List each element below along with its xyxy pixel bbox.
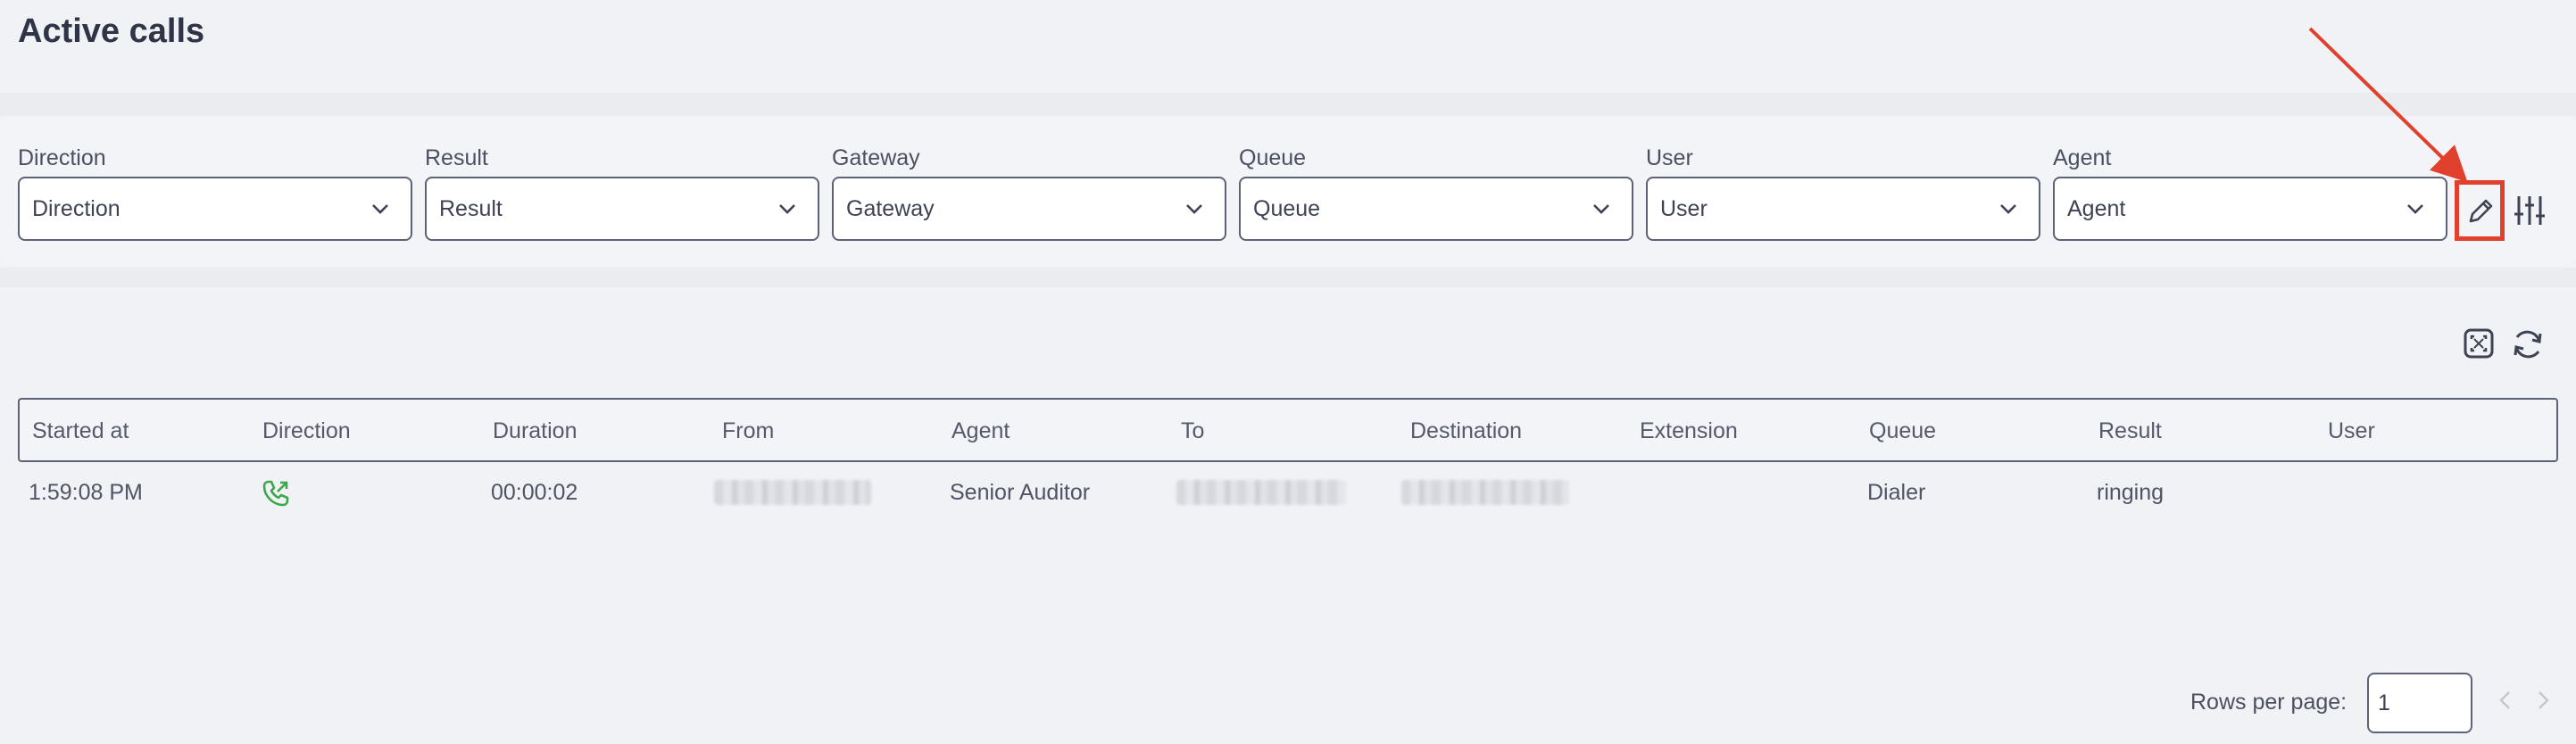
sliders-icon[interactable] — [2512, 193, 2547, 228]
redacted-destination-value — [1401, 480, 1569, 505]
cell-queue: Dialer — [1867, 480, 1926, 505]
page-title: Active calls — [18, 12, 205, 50]
top-divider-band — [0, 93, 2576, 116]
expand-icon[interactable] — [2462, 327, 2496, 360]
cell-duration: 00:00:02 — [491, 480, 578, 505]
queue-select-value: Queue — [1253, 196, 1321, 221]
redacted-from-value — [714, 480, 871, 505]
column-header-destination[interactable]: Destination — [1410, 400, 1522, 462]
gateway-select-value: Gateway — [846, 196, 935, 221]
result-select-value: Result — [439, 196, 503, 221]
direction-select[interactable]: Direction — [18, 177, 412, 241]
gateway-filter: Gateway Gateway — [832, 143, 1226, 241]
column-header-queue[interactable]: Queue — [1869, 400, 1936, 462]
outgoing-call-icon — [262, 480, 289, 507]
gateway-select[interactable]: Gateway — [832, 177, 1226, 241]
table-row[interactable]: 1:59:08 PM 00:00:02 Senior Auditor Diale… — [18, 462, 2558, 523]
agent-filter-label: Agent — [2053, 145, 2112, 170]
chevron-down-icon — [1186, 204, 1202, 214]
rows-per-page-label: Rows per page: — [2190, 690, 2347, 715]
direction-select-value: Direction — [32, 196, 120, 221]
direction-filter-label: Direction — [18, 145, 106, 170]
direction-filter: Direction Direction — [18, 143, 412, 241]
queue-filter: Queue Queue — [1239, 143, 1633, 241]
chevron-down-icon — [779, 204, 795, 214]
chevron-down-icon — [372, 204, 388, 214]
cell-result: ringing — [2097, 480, 2165, 505]
agent-filter: Agent Agent — [2053, 143, 2447, 241]
column-header-result[interactable]: Result — [2098, 400, 2162, 462]
user-select[interactable]: User — [1646, 177, 2040, 241]
column-header-direction[interactable]: Direction — [262, 400, 351, 462]
column-header-user[interactable]: User — [2328, 400, 2375, 462]
result-filter-label: Result — [425, 145, 488, 170]
edit-highlight-box — [2455, 180, 2505, 241]
user-filter: User User — [1646, 143, 2040, 241]
cell-agent: Senior Auditor — [950, 480, 1091, 505]
rows-per-page-input[interactable]: 1 — [2367, 673, 2472, 733]
user-filter-label: User — [1646, 145, 1693, 170]
table-header: Started at Direction Duration From Agent… — [18, 398, 2558, 462]
column-header-duration[interactable]: Duration — [493, 400, 578, 462]
chevron-right-icon[interactable] — [2530, 687, 2556, 714]
chevron-down-icon — [2407, 204, 2423, 214]
cell-started-at: 1:59:08 PM — [29, 480, 143, 505]
result-select[interactable]: Result — [425, 177, 819, 241]
column-header-started-at[interactable]: Started at — [32, 400, 129, 462]
active-calls-page: Active calls Direction Direction Result … — [0, 0, 2576, 744]
active-calls-table: Started at Direction Duration From Agent… — [18, 398, 2558, 523]
column-header-to[interactable]: To — [1181, 400, 1204, 462]
user-select-value: User — [1660, 196, 1708, 221]
refresh-icon[interactable] — [2510, 327, 2546, 362]
column-header-extension[interactable]: Extension — [1640, 400, 1738, 462]
column-header-agent[interactable]: Agent — [951, 400, 1010, 462]
chevron-down-icon — [2000, 204, 2016, 214]
redacted-to-value — [1176, 480, 1346, 505]
chevron-left-icon[interactable] — [2492, 687, 2519, 714]
queue-select[interactable]: Queue — [1239, 177, 1633, 241]
agent-select-value: Agent — [2067, 196, 2126, 221]
queue-filter-label: Queue — [1239, 145, 1307, 170]
pagination: Rows per page: 1 — [0, 671, 2576, 733]
chevron-down-icon — [1593, 204, 1609, 214]
agent-select[interactable]: Agent — [2053, 177, 2447, 241]
column-header-from[interactable]: From — [722, 400, 774, 462]
gateway-filter-label: Gateway — [832, 145, 920, 170]
bottom-divider-band — [0, 268, 2576, 287]
result-filter: Result Result — [425, 143, 819, 241]
